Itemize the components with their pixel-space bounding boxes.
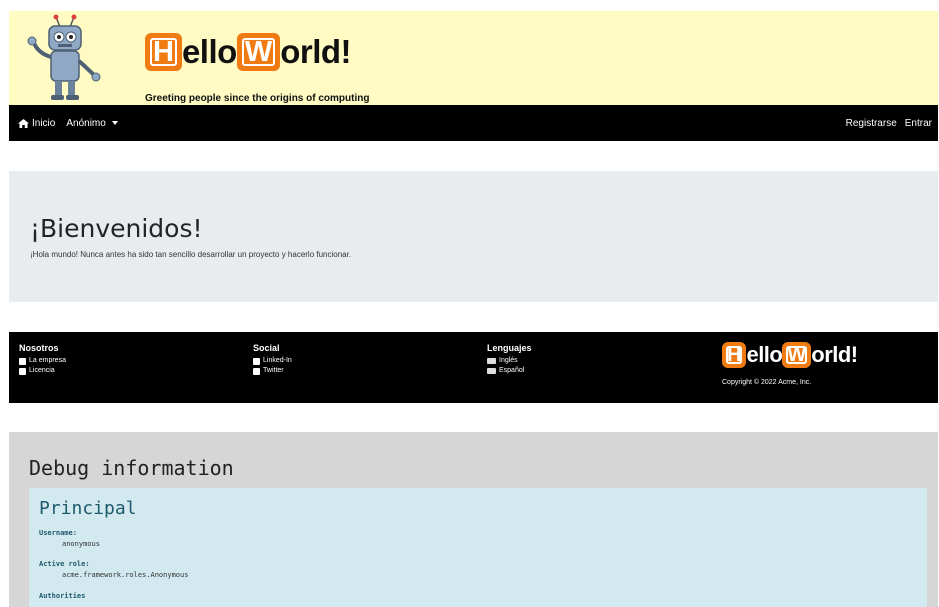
welcome-title: ¡Bienvenidos!: [30, 214, 203, 243]
footer-link-license-label: Licencia: [29, 367, 55, 374]
footer-link-company-label: La empresa: [29, 357, 66, 364]
navbar-right: Registrarse Entrar: [846, 105, 932, 141]
footer-link-linkedin[interactable]: Linked-In: [253, 356, 292, 366]
register-link[interactable]: Registrarse: [846, 118, 897, 129]
nav-user-dropdown[interactable]: Anónimo: [66, 117, 118, 129]
copyright: Copyright © 2022 Acme, Inc.: [722, 379, 812, 386]
debug-title: Debug information: [29, 456, 234, 480]
file-icon: [19, 367, 26, 375]
logo-text-ello: ello: [181, 33, 237, 70]
principal-title: Principal: [39, 498, 137, 519]
language-icon: [487, 358, 496, 364]
welcome-jumbotron: ¡Bienvenidos! ¡Hola mundo! Nunca antes h…: [9, 171, 938, 302]
footer-link-linkedin-label: Linked-In: [263, 357, 292, 364]
robot-mascot-icon: [27, 14, 101, 100]
footer-social-title: Social: [253, 343, 280, 353]
role-value: acme.framework.roles.Anonymous: [62, 571, 189, 579]
hello-world-logo[interactable]: H ello W orld!: [145, 30, 352, 74]
footer-link-english-label: Inglés: [499, 357, 518, 364]
logo-h-box: H: [145, 33, 182, 71]
welcome-text: ¡Hola mundo! Nunca antes ha sido tan sen…: [30, 250, 352, 259]
navbar: Inicio Anónimo Registrarse Entrar: [9, 105, 938, 141]
footer-languages-column: Lenguajes Inglés Español: [487, 343, 532, 376]
footer-logo: H ello W orld!: [722, 342, 858, 368]
footer-link-company[interactable]: La empresa: [19, 356, 66, 366]
principal-panel: Principal Username: anonymous Active rol…: [29, 488, 927, 607]
username-value: anonymous: [62, 540, 100, 548]
language-icon: [487, 368, 496, 374]
logo-w-box: W: [236, 33, 281, 71]
page: H ello W orld! Greeting people since the…: [0, 0, 939, 607]
role-entry: Active role: acme.framework.roles.Anonym…: [39, 560, 188, 579]
footer-social-column: Social Linked-In Twitter: [253, 343, 292, 376]
footer-link-twitter[interactable]: Twitter: [253, 366, 292, 376]
debug-panel: Debug information Principal Username: an…: [9, 432, 938, 607]
footer-link-twitter-label: Twitter: [263, 367, 284, 374]
username-entry: Username: anonymous: [39, 529, 100, 548]
username-label: Username:: [39, 529, 77, 537]
footer-link-english[interactable]: Inglés: [487, 356, 532, 366]
nav-home-link[interactable]: Inicio: [18, 118, 55, 129]
authorities-entry: Authorities: [39, 592, 85, 600]
footer-logo-h-box: H: [722, 342, 747, 368]
home-icon: [18, 118, 29, 128]
footer-about-title: Nosotros: [19, 343, 59, 353]
nav-home-label: Inicio: [32, 117, 56, 129]
role-label: Active role:: [39, 560, 90, 568]
footer-link-spanish-label: Español: [499, 367, 525, 374]
tagline: Greeting people since the origins of com…: [145, 93, 370, 104]
caret-down-icon: [111, 121, 118, 125]
linkedin-icon: [253, 357, 260, 365]
footer-logo-text-orld: orld!: [811, 342, 858, 367]
authorities-label: Authorities: [39, 592, 86, 600]
navbar-left: Inicio Anónimo: [18, 105, 118, 141]
header-banner: H ello W orld! Greeting people since the…: [9, 11, 938, 105]
footer-logo-w-box: W: [782, 342, 812, 368]
twitter-icon: [253, 367, 260, 375]
login-link[interactable]: Entrar: [905, 118, 932, 129]
footer-about-column: Nosotros La empresa Licencia: [19, 343, 66, 376]
footer-logo-text-ello: ello: [746, 342, 783, 367]
footer: Nosotros La empresa Licencia Social Link…: [9, 332, 938, 403]
logo-text-orld: orld!: [280, 33, 352, 70]
building-icon: [19, 357, 26, 365]
nav-user-label: Anónimo: [66, 117, 106, 129]
footer-link-spanish[interactable]: Español: [487, 366, 532, 376]
footer-link-license[interactable]: Licencia: [19, 366, 66, 376]
footer-languages-title: Lenguajes: [487, 343, 532, 353]
